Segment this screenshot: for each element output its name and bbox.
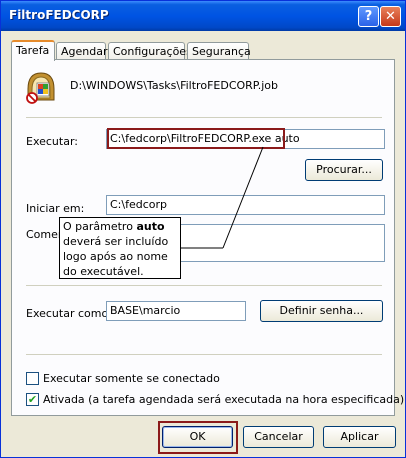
somente-conectado-label: Executar somente se conectado	[43, 372, 220, 385]
window-title: FiltroFEDCORP	[9, 8, 109, 22]
separator-middle	[26, 285, 382, 286]
callout-line-3: logo após ao nome	[63, 250, 168, 263]
executar-como-input[interactable]: BASE\marcio	[106, 301, 246, 321]
iniciar-em-label: Iniciar em:	[26, 202, 85, 215]
close-button[interactable]: ✕	[380, 6, 401, 27]
tab-seguranca[interactable]: Segurança	[187, 42, 251, 60]
title-bar[interactable]: FiltroFEDCORP ? ✕	[1, 1, 405, 31]
ativada-checkbox[interactable]: ✔	[26, 393, 39, 406]
callout-line-1-text: O parâmetro	[63, 220, 137, 233]
executar-highlight-box	[107, 128, 285, 149]
definir-senha-button[interactable]: Definir senha...	[260, 300, 383, 322]
somente-conectado-checkbox[interactable]	[26, 372, 39, 385]
task-file-icon	[23, 69, 59, 105]
separator-top	[26, 117, 382, 118]
ativada-label: Ativada (a tarefa agendada será executad…	[43, 393, 405, 406]
ok-button[interactable]: OK	[162, 426, 233, 448]
executar-como-label: Executar como:	[26, 307, 112, 320]
separator-bottom	[26, 354, 382, 355]
tab-agendar[interactable]: Agendar	[56, 42, 108, 60]
tab-configuracoes[interactable]: Configurações	[108, 42, 192, 60]
apply-button[interactable]: Aplicar	[323, 426, 396, 448]
help-button[interactable]: ?	[358, 6, 379, 27]
tab-tarefa[interactable]: Tarefa	[11, 40, 55, 61]
executar-label: Executar:	[26, 135, 78, 148]
iniciar-em-input[interactable]: C:\fedcorp	[106, 195, 385, 215]
task-file-path: D:\WINDOWS\Tasks\FiltroFEDCORP.job	[70, 79, 278, 92]
callout-line-2: deverá ser incluído	[63, 235, 169, 248]
procurar-button[interactable]: Procurar...	[305, 159, 383, 181]
annotation-callout: O parâmetro auto deverá ser incluído log…	[59, 217, 181, 279]
callout-keyword: auto	[136, 220, 165, 233]
callout-line-1: O parâmetro auto	[63, 219, 177, 234]
callout-line-4: do executável.	[63, 265, 144, 278]
cancel-button[interactable]: Cancelar	[243, 426, 314, 448]
task-properties-window: FiltroFEDCORP ? ✕ Tarefa Agendar Configu…	[0, 0, 406, 458]
